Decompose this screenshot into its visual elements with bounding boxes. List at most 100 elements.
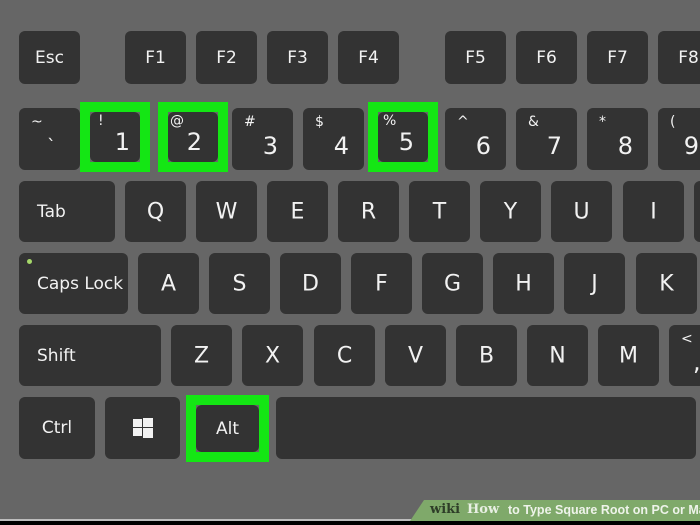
key-label: Esc [35, 47, 64, 68]
key-label: J [591, 271, 598, 296]
key-e[interactable]: E [267, 181, 328, 242]
key-label: C [336, 343, 353, 368]
key-label: B [478, 343, 495, 368]
key-main-symbol: 4 [333, 132, 349, 160]
key-z[interactable]: Z [171, 325, 232, 386]
key-f1[interactable]: F1 [125, 31, 186, 84]
key-i[interactable]: I [623, 181, 684, 242]
key-j[interactable]: J [564, 253, 625, 314]
key-label: N [549, 343, 566, 368]
key-label: Shift [37, 345, 76, 366]
banner-title: to Type Square Root on PC or Mac [508, 503, 700, 517]
key-f4[interactable]: F4 [338, 31, 399, 84]
key-label: F7 [607, 47, 628, 68]
key-label: F4 [358, 47, 379, 68]
highlight-key-alt [186, 395, 269, 462]
key-x[interactable]: X [242, 325, 303, 386]
key-f[interactable]: F [351, 253, 412, 314]
key-label: Y [503, 199, 518, 224]
key-f8[interactable]: F8 [658, 31, 700, 84]
highlight-key-5 [368, 102, 438, 172]
key-shift-symbol: # [244, 114, 256, 130]
key-label: E [290, 199, 305, 224]
key-label: H [515, 271, 532, 296]
key-c[interactable]: C [314, 325, 375, 386]
key-9[interactable]: ( 9 [658, 108, 700, 170]
banner-wiki: wiki [430, 502, 461, 517]
key-shift-symbol: ~ [31, 114, 43, 130]
key-main-symbol: 6 [475, 132, 491, 160]
key-label: U [573, 199, 590, 224]
key-shift-symbol: $ [315, 114, 324, 130]
key-caps-lock[interactable]: Caps Lock [19, 253, 128, 314]
key-label: Tab [37, 201, 66, 222]
wikihow-banner: wiki How to Type Square Root on PC or Ma… [410, 500, 700, 521]
key-b[interactable]: B [456, 325, 517, 386]
key-backtick[interactable]: ~ ` [19, 108, 80, 170]
key-f2[interactable]: F2 [196, 31, 257, 84]
key-label: T [432, 199, 447, 224]
key-label: V [407, 343, 424, 368]
key-v[interactable]: V [385, 325, 446, 386]
key-label: A [160, 271, 177, 296]
key-8[interactable]: * 8 [587, 108, 648, 170]
key-label: F2 [216, 47, 237, 68]
key-main-symbol: 3 [262, 132, 278, 160]
key-label: F3 [287, 47, 308, 68]
key-f5[interactable]: F5 [445, 31, 506, 84]
key-t[interactable]: T [409, 181, 470, 242]
key-windows[interactable] [105, 397, 180, 459]
key-6[interactable]: ^ 6 [445, 108, 506, 170]
key-n[interactable]: N [527, 325, 588, 386]
key-label: Q [146, 199, 165, 224]
key-label: F [375, 271, 388, 296]
key-shift-symbol: ^ [457, 114, 469, 130]
key-u[interactable]: U [551, 181, 612, 242]
keyboard-illustration: Esc F1 F2 F3 F4 F5 F6 F7 F8 ~ ` ! 1 @ 2 … [0, 0, 700, 521]
key-main-symbol: 9 [683, 132, 699, 160]
key-space[interactable] [276, 397, 696, 459]
key-f7[interactable]: F7 [587, 31, 648, 84]
key-f3[interactable]: F3 [267, 31, 328, 84]
key-label: Z [193, 343, 210, 368]
key-label: X [264, 343, 281, 368]
key-ctrl[interactable]: Ctrl [19, 397, 95, 459]
key-f6[interactable]: F6 [516, 31, 577, 84]
windows-logo-icon [132, 418, 153, 438]
key-label: F8 [678, 47, 699, 68]
key-shift-symbol: ( [670, 114, 676, 130]
key-label: F6 [536, 47, 557, 68]
key-main-symbol: 8 [617, 132, 633, 160]
key-main-symbol: 7 [546, 132, 562, 160]
key-comma[interactable]: < , [669, 325, 700, 386]
key-g[interactable]: G [422, 253, 483, 314]
key-main-symbol: , [693, 348, 700, 376]
key-label: M [619, 343, 638, 368]
key-label: I [650, 199, 657, 224]
key-shift[interactable]: Shift [19, 325, 161, 386]
highlight-key-2 [158, 102, 228, 172]
key-k[interactable]: K [636, 253, 697, 314]
key-label: G [443, 271, 462, 296]
key-h[interactable]: H [493, 253, 554, 314]
key-tab[interactable]: Tab [19, 181, 115, 242]
banner-how: How [467, 502, 500, 517]
key-label: Ctrl [41, 418, 73, 438]
key-a[interactable]: A [138, 253, 199, 314]
key-s[interactable]: S [209, 253, 270, 314]
key-w[interactable]: W [196, 181, 257, 242]
key-q[interactable]: Q [125, 181, 186, 242]
key-m[interactable]: M [598, 325, 659, 386]
key-label: S [232, 271, 247, 296]
key-7[interactable]: & 7 [516, 108, 577, 170]
key-label: D [302, 271, 319, 296]
key-shift-symbol: < [681, 331, 693, 347]
key-3[interactable]: # 3 [232, 108, 293, 170]
key-4[interactable]: $ 4 [303, 108, 364, 170]
key-y[interactable]: Y [480, 181, 541, 242]
key-shift-symbol: & [528, 114, 539, 130]
key-d[interactable]: D [280, 253, 341, 314]
key-r[interactable]: R [338, 181, 399, 242]
key-o-partial[interactable] [694, 181, 700, 242]
key-esc[interactable]: Esc [19, 31, 80, 84]
